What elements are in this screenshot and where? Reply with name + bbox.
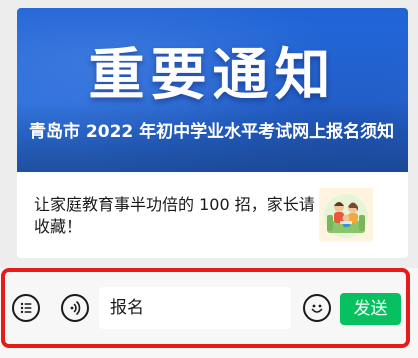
emoji-icon[interactable] bbox=[303, 294, 331, 322]
send-button[interactable]: 发送 bbox=[340, 293, 401, 325]
article-title: 青岛市 2022 年初中学业水平考试网上报名须知 bbox=[29, 122, 395, 142]
list-menu-icon[interactable] bbox=[12, 294, 40, 322]
sub-article-thumbnail bbox=[319, 188, 373, 242]
sub-article-title: 让家庭教育事半功倍的 100 招，家长请收藏！ bbox=[34, 195, 315, 236]
article-banner[interactable]: 重要通知 青岛市 2022 年初中学业水平考试网上报名须知 bbox=[17, 8, 408, 172]
banner-title: 重要通知 bbox=[88, 43, 337, 108]
article-card[interactable]: 重要通知 青岛市 2022 年初中学业水平考试网上报名须知 让家庭教育事半功倍的… bbox=[17, 8, 408, 258]
family-illustration-icon bbox=[319, 188, 373, 242]
voice-icon[interactable] bbox=[61, 294, 89, 322]
message-input[interactable]: 报名 bbox=[99, 287, 291, 329]
sub-article-item[interactable]: 让家庭教育事半功倍的 100 招，家长请收藏！ bbox=[17, 172, 408, 258]
